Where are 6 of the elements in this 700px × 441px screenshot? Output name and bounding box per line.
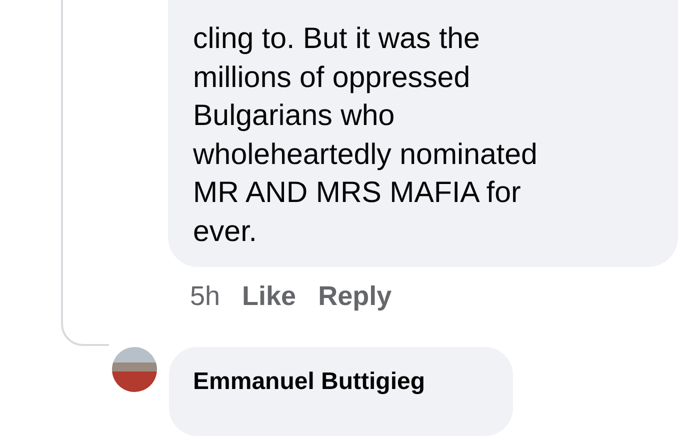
comment-text: cling to. But it was the millions of oppressed Bulgarians who wholeheartedly nominated MR AND MRS MAFIA for ever. — [168, 0, 678, 267]
comment-time: 5h — [190, 281, 220, 312]
reply-link[interactable]: Reply — [318, 281, 392, 312]
avatar-photo — [112, 347, 157, 392]
like-link[interactable]: Like — [242, 281, 296, 312]
author-name[interactable]: Emmanuel Buttigieg — [193, 368, 426, 395]
